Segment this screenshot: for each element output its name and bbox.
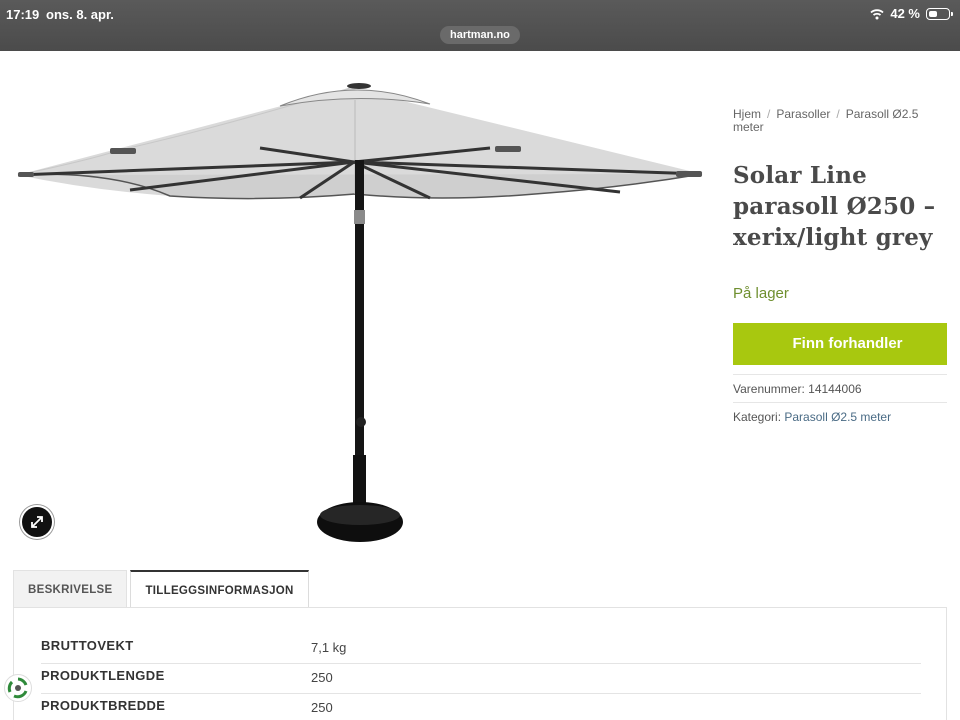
battery-icon (926, 7, 953, 20)
table-row: PRODUKTBREDDE 250 (41, 694, 921, 720)
table-row: BRUTTOVEKT 7,1 kg (41, 634, 921, 664)
tab-additional-info[interactable]: TILLEGGSINFORMASJON (130, 570, 309, 608)
attribute-label: PRODUKTLENGDE (41, 668, 165, 683)
breadcrumb-separator: / (836, 107, 840, 121)
expand-icon (31, 516, 43, 528)
attribute-label: BRUTTOVEKT (41, 638, 134, 653)
table-row: PRODUKTLENGDE 250 (41, 664, 921, 694)
breadcrumb-home[interactable]: Hjem (733, 107, 761, 121)
product-tabs: BESKRIVELSE TILLEGGSINFORMASJON (13, 570, 309, 608)
category-link[interactable]: Parasoll Ø2.5 meter (784, 410, 891, 424)
attribute-value: 250 (311, 670, 333, 685)
attribute-label: PRODUKTBREDDE (41, 698, 166, 713)
attribute-value: 250 (311, 700, 333, 715)
status-indicators: 42 % (870, 6, 953, 21)
tab-description[interactable]: BESKRIVELSE (13, 570, 128, 608)
breadcrumb-separator: / (767, 107, 771, 121)
product-image[interactable] (10, 70, 710, 550)
zoom-image-button[interactable] (20, 505, 54, 539)
recycle-icon (7, 677, 28, 699)
find-dealer-button[interactable]: Finn forhandler (733, 323, 947, 365)
breadcrumb: Hjem / Parasoller / Parasoll Ø2.5 meter (733, 108, 943, 134)
url-bar[interactable]: hartman.no (440, 26, 520, 44)
product-category: Kategori: Parasoll Ø2.5 meter (733, 402, 947, 424)
sku-value: 14144006 (808, 382, 862, 396)
sku-label: Varenummer: (733, 382, 805, 396)
category-label: Kategori: (733, 410, 782, 424)
product-sku: Varenummer: 14144006 (733, 374, 947, 396)
status-time: 17:19 (6, 7, 40, 22)
stock-status: På lager (733, 285, 789, 302)
recycle-badge[interactable] (4, 674, 32, 702)
battery-percent: 42 % (890, 6, 920, 21)
status-date: ons. 8. apr. (46, 7, 114, 22)
wifi-icon (870, 8, 884, 19)
product-title: Solar Line parasoll Ø250 – xerix/light g… (733, 162, 936, 251)
browser-status-bar: 17:19 ons. 8. apr. 42 % hartman.no (0, 0, 960, 51)
breadcrumb-parasoller[interactable]: Parasoller (776, 107, 830, 121)
attribute-value: 7,1 kg (311, 640, 347, 655)
additional-info-panel: BRUTTOVEKT 7,1 kg PRODUKTLENGDE 250 PROD… (13, 607, 947, 720)
